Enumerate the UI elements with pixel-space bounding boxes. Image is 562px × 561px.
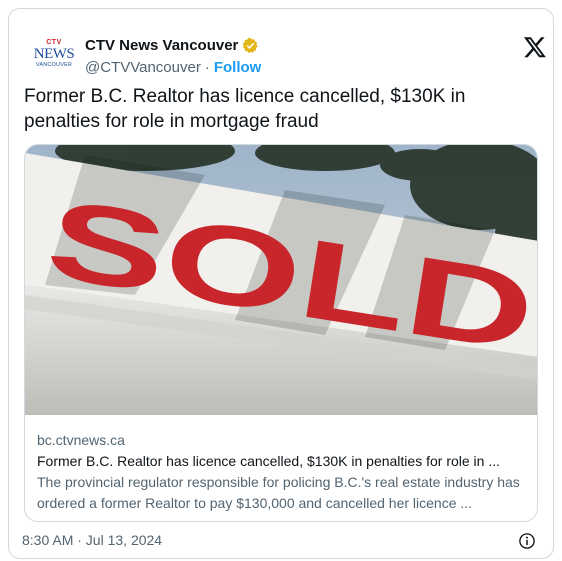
avatar[interactable]: CTV NEWS VANCOUVER — [33, 39, 75, 81]
handle-row: @CTVVancouver · Follow — [85, 59, 261, 76]
x-logo-icon[interactable] — [523, 35, 547, 59]
display-name[interactable]: CTV News Vancouver — [85, 37, 238, 54]
account-handle[interactable]: @CTVVancouver — [85, 59, 201, 76]
link-description: The provincial regulator responsible for… — [37, 474, 520, 511]
link-preview-card[interactable]: SOLD bc.ctvnews.ca Former B.C. Realtor h… — [24, 144, 538, 522]
tweet-text: Former B.C. Realtor has licence cancelle… — [24, 86, 466, 132]
link-domain: bc.ctvnews.ca — [37, 432, 125, 448]
link-meta: bc.ctvnews.ca Former B.C. Realtor has li… — [37, 431, 529, 514]
link-title: Former B.C. Realtor has licence cancelle… — [37, 453, 501, 469]
article-thumbnail: SOLD — [25, 145, 537, 415]
tweet-timestamp[interactable]: 8:30 AM · Jul 13, 2024 — [22, 532, 162, 548]
info-icon[interactable] — [518, 532, 536, 550]
separator-dot: · — [204, 59, 210, 76]
account-name-row: CTV News Vancouver — [85, 37, 259, 54]
avatar-logo-bottom: VANCOUVER — [35, 62, 73, 68]
follow-button[interactable]: Follow — [214, 59, 262, 76]
verified-badge-icon — [243, 37, 259, 53]
avatar-logo-main: NEWS — [33, 46, 75, 62]
